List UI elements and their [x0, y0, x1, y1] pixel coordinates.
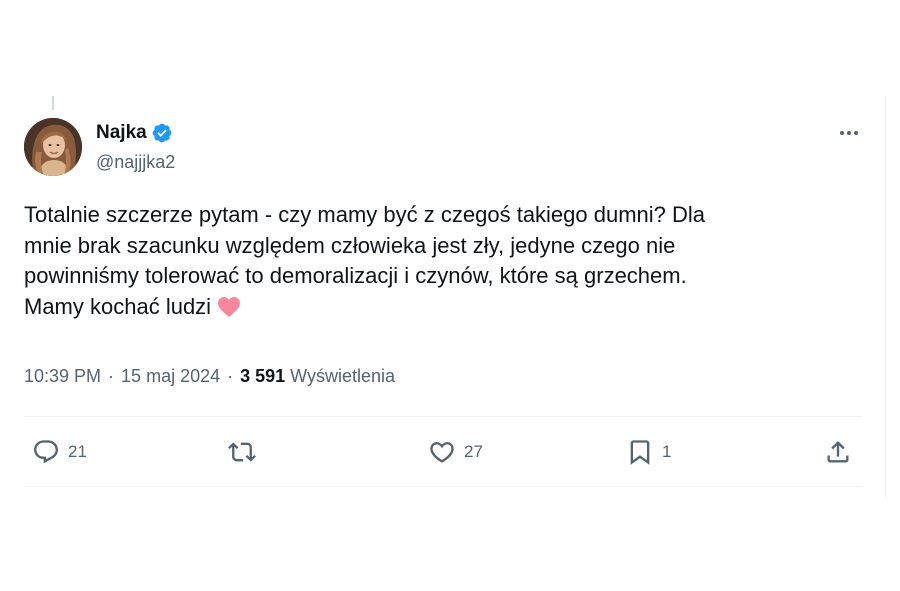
retweet-icon	[228, 442, 256, 462]
bookmark-button[interactable]: 1	[626, 432, 671, 472]
user-handle[interactable]: @najjjka2	[96, 152, 175, 173]
verified-badge-icon[interactable]	[151, 122, 173, 144]
tweet-text: Totalnie szczerze pytam - czy mamy być z…	[24, 200, 854, 322]
user-name-row[interactable]: Najka	[96, 121, 173, 145]
meta-separator: ·	[108, 366, 115, 386]
tweet-time[interactable]: 10:39 PM	[24, 366, 101, 387]
like-button[interactable]: 27	[428, 432, 483, 472]
reply-count: 21	[68, 442, 87, 461]
pink-heart-icon	[218, 296, 241, 317]
tweet-text-line: mnie brak szacunku względem człowieka je…	[24, 232, 676, 258]
meta-separator: ·	[227, 366, 234, 386]
more-icon-dot	[847, 131, 851, 135]
divider	[24, 416, 862, 417]
tweet-text-line: Mamy kochać ludzi	[24, 293, 212, 319]
tweet-page: Najka @najjjka2 Totalnie szczerze pytam …	[0, 0, 900, 591]
share-button[interactable]	[824, 432, 852, 472]
divider	[24, 486, 862, 487]
like-count: 27	[464, 442, 483, 461]
like-icon	[430, 442, 454, 463]
tweet-date[interactable]: 15 maj 2024	[121, 366, 220, 387]
bookmark-icon	[630, 440, 650, 465]
tweet-actions: 21 27 1	[24, 432, 862, 472]
timeline-border	[885, 95, 886, 498]
display-name[interactable]: Najka	[96, 122, 147, 144]
tweet-meta: 10:39 PM · 15 maj 2024 · 3 591 Wyświetle…	[24, 366, 395, 387]
thread-connector-line	[52, 96, 54, 110]
more-icon-dot	[840, 131, 844, 135]
reply-icon	[34, 440, 58, 464]
more-options-button[interactable]	[834, 122, 864, 144]
tweet-text-line: powinniśmy tolerować to demoralizacji i …	[24, 263, 687, 288]
bookmark-count: 1	[662, 442, 672, 461]
views-count[interactable]: 3 591	[240, 366, 285, 387]
tweet-text-line-last: Mamy kochać ludzi	[24, 292, 854, 323]
views-label[interactable]: Wyświetlenia	[290, 366, 395, 387]
tweet-text-line: Totalnie szczerze pytam - czy mamy być z…	[24, 202, 706, 227]
retweet-button[interactable]	[228, 432, 264, 472]
avatar[interactable]	[24, 118, 82, 176]
more-icon-dot	[854, 131, 858, 135]
reply-button[interactable]: 21	[32, 432, 87, 472]
avatar-image	[24, 118, 82, 176]
share-icon	[827, 441, 849, 463]
